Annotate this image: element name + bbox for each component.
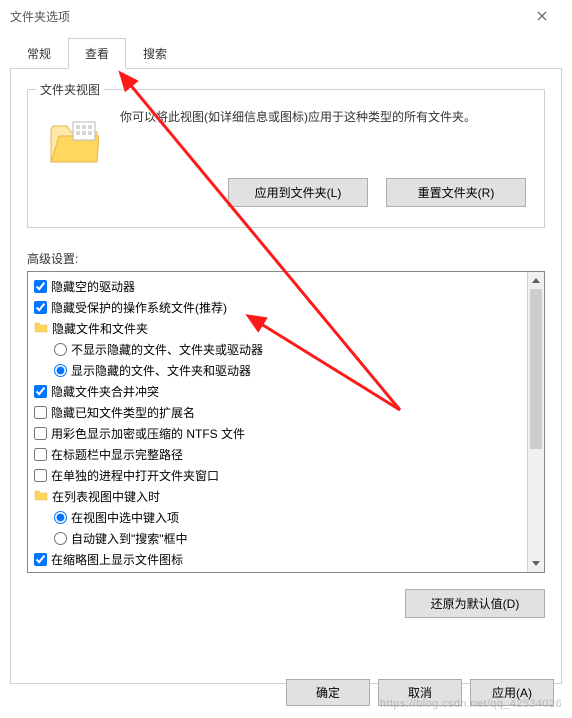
advanced-settings-list: 隐藏空的驱动器隐藏受保护的操作系统文件(推荐) 隐藏文件和文件夹不显示隐藏的文件、…: [27, 271, 545, 573]
list-item-label: 隐藏已知文件类型的扩展名: [51, 404, 195, 421]
list-item[interactable]: 隐藏文件和文件夹: [30, 318, 525, 339]
checkbox[interactable]: [34, 406, 47, 419]
list-item[interactable]: 在标题栏中显示完整路径: [30, 444, 525, 465]
tab-panel-view: 文件夹视图 你可以将此视图(如详细信息或图标)应用于这种类型的所有文件夹。 应用…: [10, 68, 562, 684]
scroll-down-icon[interactable]: [528, 555, 544, 572]
radio[interactable]: [54, 364, 67, 377]
checkbox[interactable]: [34, 448, 47, 461]
scrollbar[interactable]: [527, 272, 544, 572]
checkbox[interactable]: [34, 553, 47, 566]
reset-folders-button[interactable]: 重置文件夹(R): [386, 178, 526, 207]
radio[interactable]: [54, 343, 67, 356]
tab-search[interactable]: 搜索: [126, 38, 184, 69]
close-icon: [537, 11, 547, 21]
list-item[interactable]: 在单独的进程中打开文件夹窗口: [30, 465, 525, 486]
list-item-label: 隐藏受保护的操作系统文件(推荐): [51, 299, 227, 316]
window-title: 文件夹选项: [10, 8, 522, 25]
apply-to-folders-button[interactable]: 应用到文件夹(L): [228, 178, 368, 207]
list-item-label: 不显示隐藏的文件、文件夹或驱动器: [71, 341, 263, 358]
list-item[interactable]: 显示隐藏的文件、文件夹和驱动器: [30, 360, 525, 381]
list-item[interactable]: 隐藏空的驱动器: [30, 276, 525, 297]
folder-view-group: 文件夹视图 你可以将此视图(如详细信息或图标)应用于这种类型的所有文件夹。 应用…: [27, 89, 545, 228]
folder-icon: [46, 108, 102, 164]
tabstrip: 常规 查看 搜索: [0, 32, 572, 69]
list-item[interactable]: 隐藏已知文件类型的扩展名: [30, 402, 525, 423]
checkbox[interactable]: [34, 301, 47, 314]
watermark: https://blog.csdn.net/qq_42534026: [380, 698, 562, 710]
checkbox[interactable]: [34, 385, 47, 398]
list-item-label: 在列表视图中键入时: [52, 488, 160, 505]
radio[interactable]: [54, 532, 67, 545]
close-button[interactable]: [522, 2, 562, 30]
radio[interactable]: [54, 511, 67, 524]
tab-general[interactable]: 常规: [10, 38, 68, 69]
list-item[interactable]: 自动键入到"搜索"框中: [30, 528, 525, 549]
list-item[interactable]: 隐藏文件夹合并冲突: [30, 381, 525, 402]
ok-button[interactable]: 确定: [286, 679, 370, 706]
list-item[interactable]: 用彩色显示加密或压缩的 NTFS 文件: [30, 423, 525, 444]
folder-view-legend: 文件夹视图: [36, 81, 104, 98]
folder-icon: [34, 321, 48, 336]
list-item-label: 在视图中选中键入项: [71, 509, 179, 526]
list-item[interactable]: 在列表视图中键入时: [30, 486, 525, 507]
list-item-label: 自动键入到"搜索"框中: [71, 530, 188, 547]
list-item[interactable]: 在缩略图上显示文件图标: [30, 549, 525, 570]
list-item-label: 隐藏空的驱动器: [51, 278, 135, 295]
checkbox[interactable]: [34, 427, 47, 440]
list-item-label: 隐藏文件夹合并冲突: [51, 383, 159, 400]
scroll-thumb[interactable]: [530, 289, 542, 449]
restore-defaults-button[interactable]: 还原为默认值(D): [405, 589, 545, 618]
list-item[interactable]: 不显示隐藏的文件、文件夹或驱动器: [30, 339, 525, 360]
advanced-settings-label: 高级设置:: [27, 250, 545, 267]
folder-icon: [34, 489, 48, 504]
list-item-label: 用彩色显示加密或压缩的 NTFS 文件: [51, 425, 245, 442]
scroll-up-icon[interactable]: [528, 272, 544, 289]
list-item[interactable]: 在视图中选中键入项: [30, 507, 525, 528]
list-item[interactable]: 隐藏受保护的操作系统文件(推荐): [30, 297, 525, 318]
checkbox[interactable]: [34, 469, 47, 482]
list-item-label: 在缩略图上显示文件图标: [51, 551, 183, 568]
list-item-label: 显示隐藏的文件、文件夹和驱动器: [71, 362, 251, 379]
list-item-label: 在单独的进程中打开文件夹窗口: [51, 467, 219, 484]
list-item-label: 在标题栏中显示完整路径: [51, 446, 183, 463]
titlebar: 文件夹选项: [0, 0, 572, 32]
folder-view-description: 你可以将此视图(如详细信息或图标)应用于这种类型的所有文件夹。: [120, 108, 526, 164]
checkbox[interactable]: [34, 280, 47, 293]
tab-view[interactable]: 查看: [68, 38, 126, 69]
list-item-label: 隐藏文件和文件夹: [52, 320, 148, 337]
